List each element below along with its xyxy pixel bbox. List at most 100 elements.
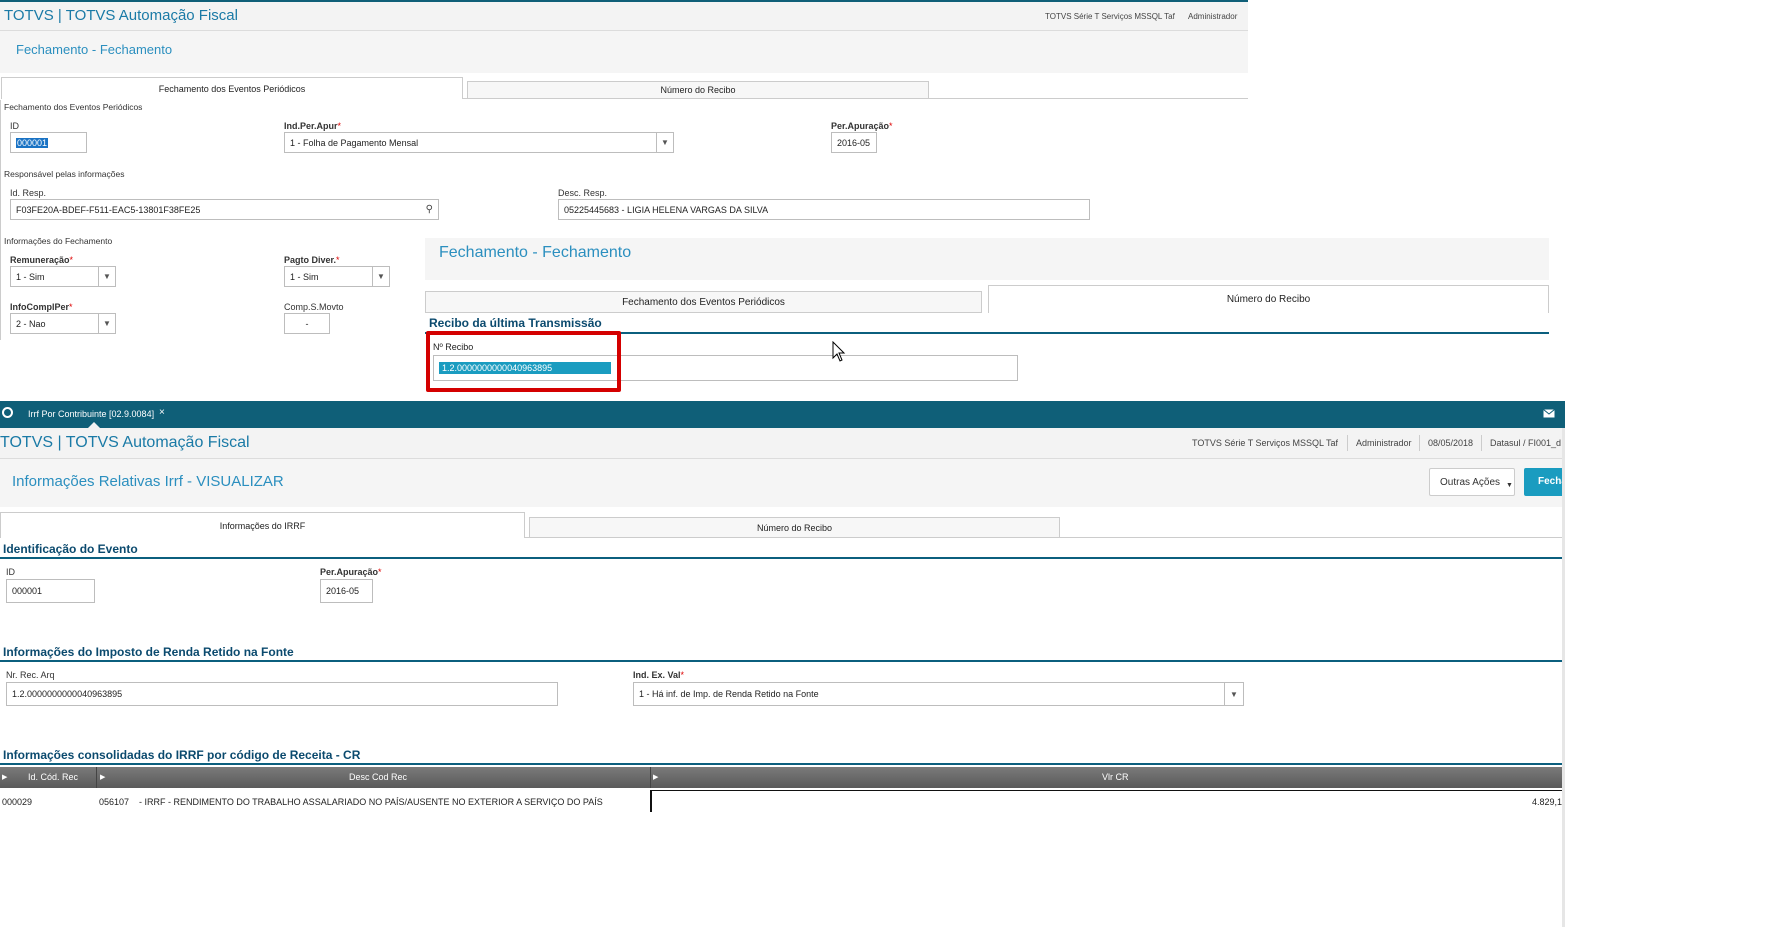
comp-s-movto-label: Comp.S.Movto — [284, 302, 344, 312]
column-label: Desc Cod Rec — [349, 772, 408, 782]
cell-id: 000029 — [2, 797, 33, 807]
infocomplper-select[interactable]: 2 - Nao ▼ — [10, 313, 116, 334]
scrollbar[interactable] — [1562, 428, 1565, 927]
id-resp-field[interactable]: F03FE20A-BDEF-F511-EAC5-13801F38FE25 ⚲ — [10, 199, 439, 220]
ind-per-apur-value: 1 - Folha de Pagamento Mensal — [290, 137, 419, 148]
ind-ex-val-label: Ind. Ex. Val* — [633, 670, 685, 680]
desc-resp-field[interactable]: 05225445683 - LIGIA HELENA VARGAS DA SIL… — [558, 199, 1090, 220]
tab-numero-recibo[interactable]: Número do Recibo — [529, 517, 1060, 538]
remuneracao-select[interactable]: 1 - Sim ▼ — [10, 266, 116, 287]
search-icon[interactable]: ⚲ — [426, 204, 433, 215]
app-title: TOTVS | TOTVS Automação Fiscal — [0, 434, 250, 451]
id-field[interactable]: 000001 — [10, 132, 87, 153]
id-label: ID — [6, 567, 15, 577]
pagto-diver-select[interactable]: 1 - Sim ▼ — [284, 266, 390, 287]
highlight-box — [426, 331, 621, 392]
mail-icon[interactable] — [1543, 409, 1555, 418]
date-info: 08/05/2018 — [1428, 438, 1474, 448]
cell-vlr[interactable]: 4.829,1 — [650, 790, 1562, 812]
ind-ex-val-value: 1 - Há inf. de Imp. de Renda Retido na F… — [639, 689, 819, 699]
chevron-down-icon[interactable]: ▼ — [656, 133, 673, 152]
fechar-label: Fecha — [1538, 476, 1565, 487]
section-title-recibo: Recibo da última Transmissão — [429, 316, 602, 330]
per-apuracao-label: Per.Apuração* — [320, 567, 382, 577]
ind-ex-val-select[interactable]: 1 - Há inf. de Imp. de Renda Retido na F… — [633, 682, 1244, 706]
refresh-icon[interactable] — [2, 407, 13, 418]
open-tab-irrf[interactable]: Irrf Por Contribuinte [02.9.0084] × — [20, 401, 168, 428]
server-info: TOTVS Série T Serviços MSSQL Taf — [1045, 12, 1175, 21]
chevron-down-icon[interactable]: ▼ — [98, 267, 115, 286]
cell-code: 056107 — [99, 797, 130, 807]
tab-numero-recibo[interactable]: Número do Recibo — [467, 81, 929, 99]
column-header-id[interactable]: ▶ Id. Cód. Rec — [0, 767, 97, 788]
ind-per-apur-select[interactable]: 1 - Folha de Pagamento Mensal ▼ — [284, 132, 674, 153]
column-label: Vlr CR — [1102, 772, 1129, 782]
remuneracao-value: 1 - Sim — [16, 271, 45, 282]
app-title: TOTVS | TOTVS Automação Fiscal — [4, 7, 238, 24]
chevron-down-icon: ▼ — [1506, 482, 1513, 489]
tab-underline — [463, 98, 1248, 99]
expand-icon: ▶ — [100, 774, 106, 781]
id-label: ID — [10, 121, 19, 131]
per-apuracao-field[interactable]: 2016-05 — [831, 132, 877, 153]
column-label: Id. Cód. Rec — [28, 772, 79, 782]
ind-per-apur-label: Ind.Per.Apur* — [284, 121, 342, 131]
outras-acoes-label: Outras Ações — [1440, 477, 1501, 488]
tab-fechamento-eventos[interactable]: Fechamento dos Eventos Periódicos — [425, 291, 982, 313]
id-field[interactable]: 000001 — [6, 579, 95, 603]
infocomplper-label: InfoComplPer* — [10, 302, 73, 312]
top-tab-bar — [0, 401, 1565, 428]
section-responsavel: Responsável pelas informações — [4, 169, 125, 179]
id-resp-value: F03FE20A-BDEF-F511-EAC5-13801F38FE25 — [16, 204, 201, 215]
nr-rec-arq-field[interactable]: 1.2.0000000000040963895 — [6, 682, 558, 706]
fechar-button[interactable]: Fecha — [1524, 468, 1565, 496]
per-apuracao-field[interactable]: 2016-05 — [320, 579, 373, 603]
id-value: 000001 — [16, 137, 49, 148]
expand-icon: ▶ — [653, 774, 659, 781]
chevron-down-icon[interactable]: ▼ — [372, 267, 389, 286]
chevron-down-icon[interactable]: ▼ — [1224, 683, 1243, 705]
section-divider — [0, 763, 1562, 765]
pagto-diver-value: 1 - Sim — [290, 271, 319, 282]
tab-numero-recibo[interactable]: Número do Recibo — [988, 285, 1549, 313]
left-border — [0, 100, 1, 340]
pagto-diver-label: Pagto Diver.* — [284, 255, 340, 265]
user-name[interactable]: Administrador — [1356, 438, 1412, 448]
table-row[interactable]: 000029 056107 - IRRF - RENDIMENTO DO TRA… — [0, 789, 1562, 812]
column-header-vlr[interactable]: ▶ Vlr CR — [651, 767, 1562, 788]
server-info: TOTVS Série T Serviços MSSQL Taf — [1192, 438, 1339, 448]
cursor-icon — [832, 341, 846, 362]
desc-resp-label: Desc. Resp. — [558, 188, 608, 198]
cell-vlr-value: 4.829,1 — [1531, 797, 1562, 807]
tab-fechamento-eventos[interactable]: Fechamento dos Eventos Periódicos — [1, 77, 463, 99]
env-info: Datasul / FI001_d — [1490, 438, 1562, 448]
chevron-down-icon[interactable]: ▼ — [98, 314, 115, 333]
nr-rec-arq-label: Nr. Rec. Arq — [6, 670, 55, 680]
title-bar — [0, 31, 1248, 73]
header-divider — [1419, 435, 1420, 451]
user-name[interactable]: Administrador — [1188, 12, 1237, 21]
infocomplper-value: 2 - Nao — [16, 318, 46, 329]
page-title: Informações Relativas Irrf - VISUALIZAR — [12, 473, 284, 490]
tab-underline — [525, 537, 1565, 538]
section-divider — [0, 557, 1562, 559]
section-title-consolidadas: Informações consolidadas do IRRF por cód… — [3, 748, 361, 762]
section-divider — [0, 660, 1562, 662]
section-fechamento-eventos: Fechamento dos Eventos Periódicos — [4, 102, 143, 112]
page-title: Fechamento - Fechamento — [16, 42, 173, 57]
close-icon[interactable]: × — [159, 407, 165, 418]
tab-label: Irrf Por Contribuinte [02.9.0084] — [28, 409, 155, 419]
id-resp-label: Id. Resp. — [10, 188, 47, 198]
screen-2: Fechamento - Fechamento Fechamento dos E… — [425, 238, 1549, 401]
cell-desc: - IRRF - RENDIMENTO DO TRABALHO ASSALARI… — [139, 797, 603, 807]
comp-s-movto-field[interactable]: - — [284, 313, 330, 334]
remuneracao-label: Remuneração* — [10, 255, 74, 265]
section-title-identificacao: Identificação do Evento — [3, 542, 138, 556]
column-header-desc[interactable]: ▶ Desc Cod Rec — [97, 767, 651, 788]
page-title: Fechamento - Fechamento — [439, 244, 632, 261]
tab-informacoes-irrf[interactable]: Informações do IRRF — [0, 512, 525, 538]
section-title-imposto: Informações do Imposto de Renda Retido n… — [3, 645, 294, 659]
screen-3: Irrf Por Contribuinte [02.9.0084] × TOTV… — [0, 401, 1565, 927]
outras-acoes-button[interactable]: Outras Ações ▼ — [1429, 468, 1515, 496]
per-apuracao-label: Per.Apuração* — [831, 121, 893, 131]
